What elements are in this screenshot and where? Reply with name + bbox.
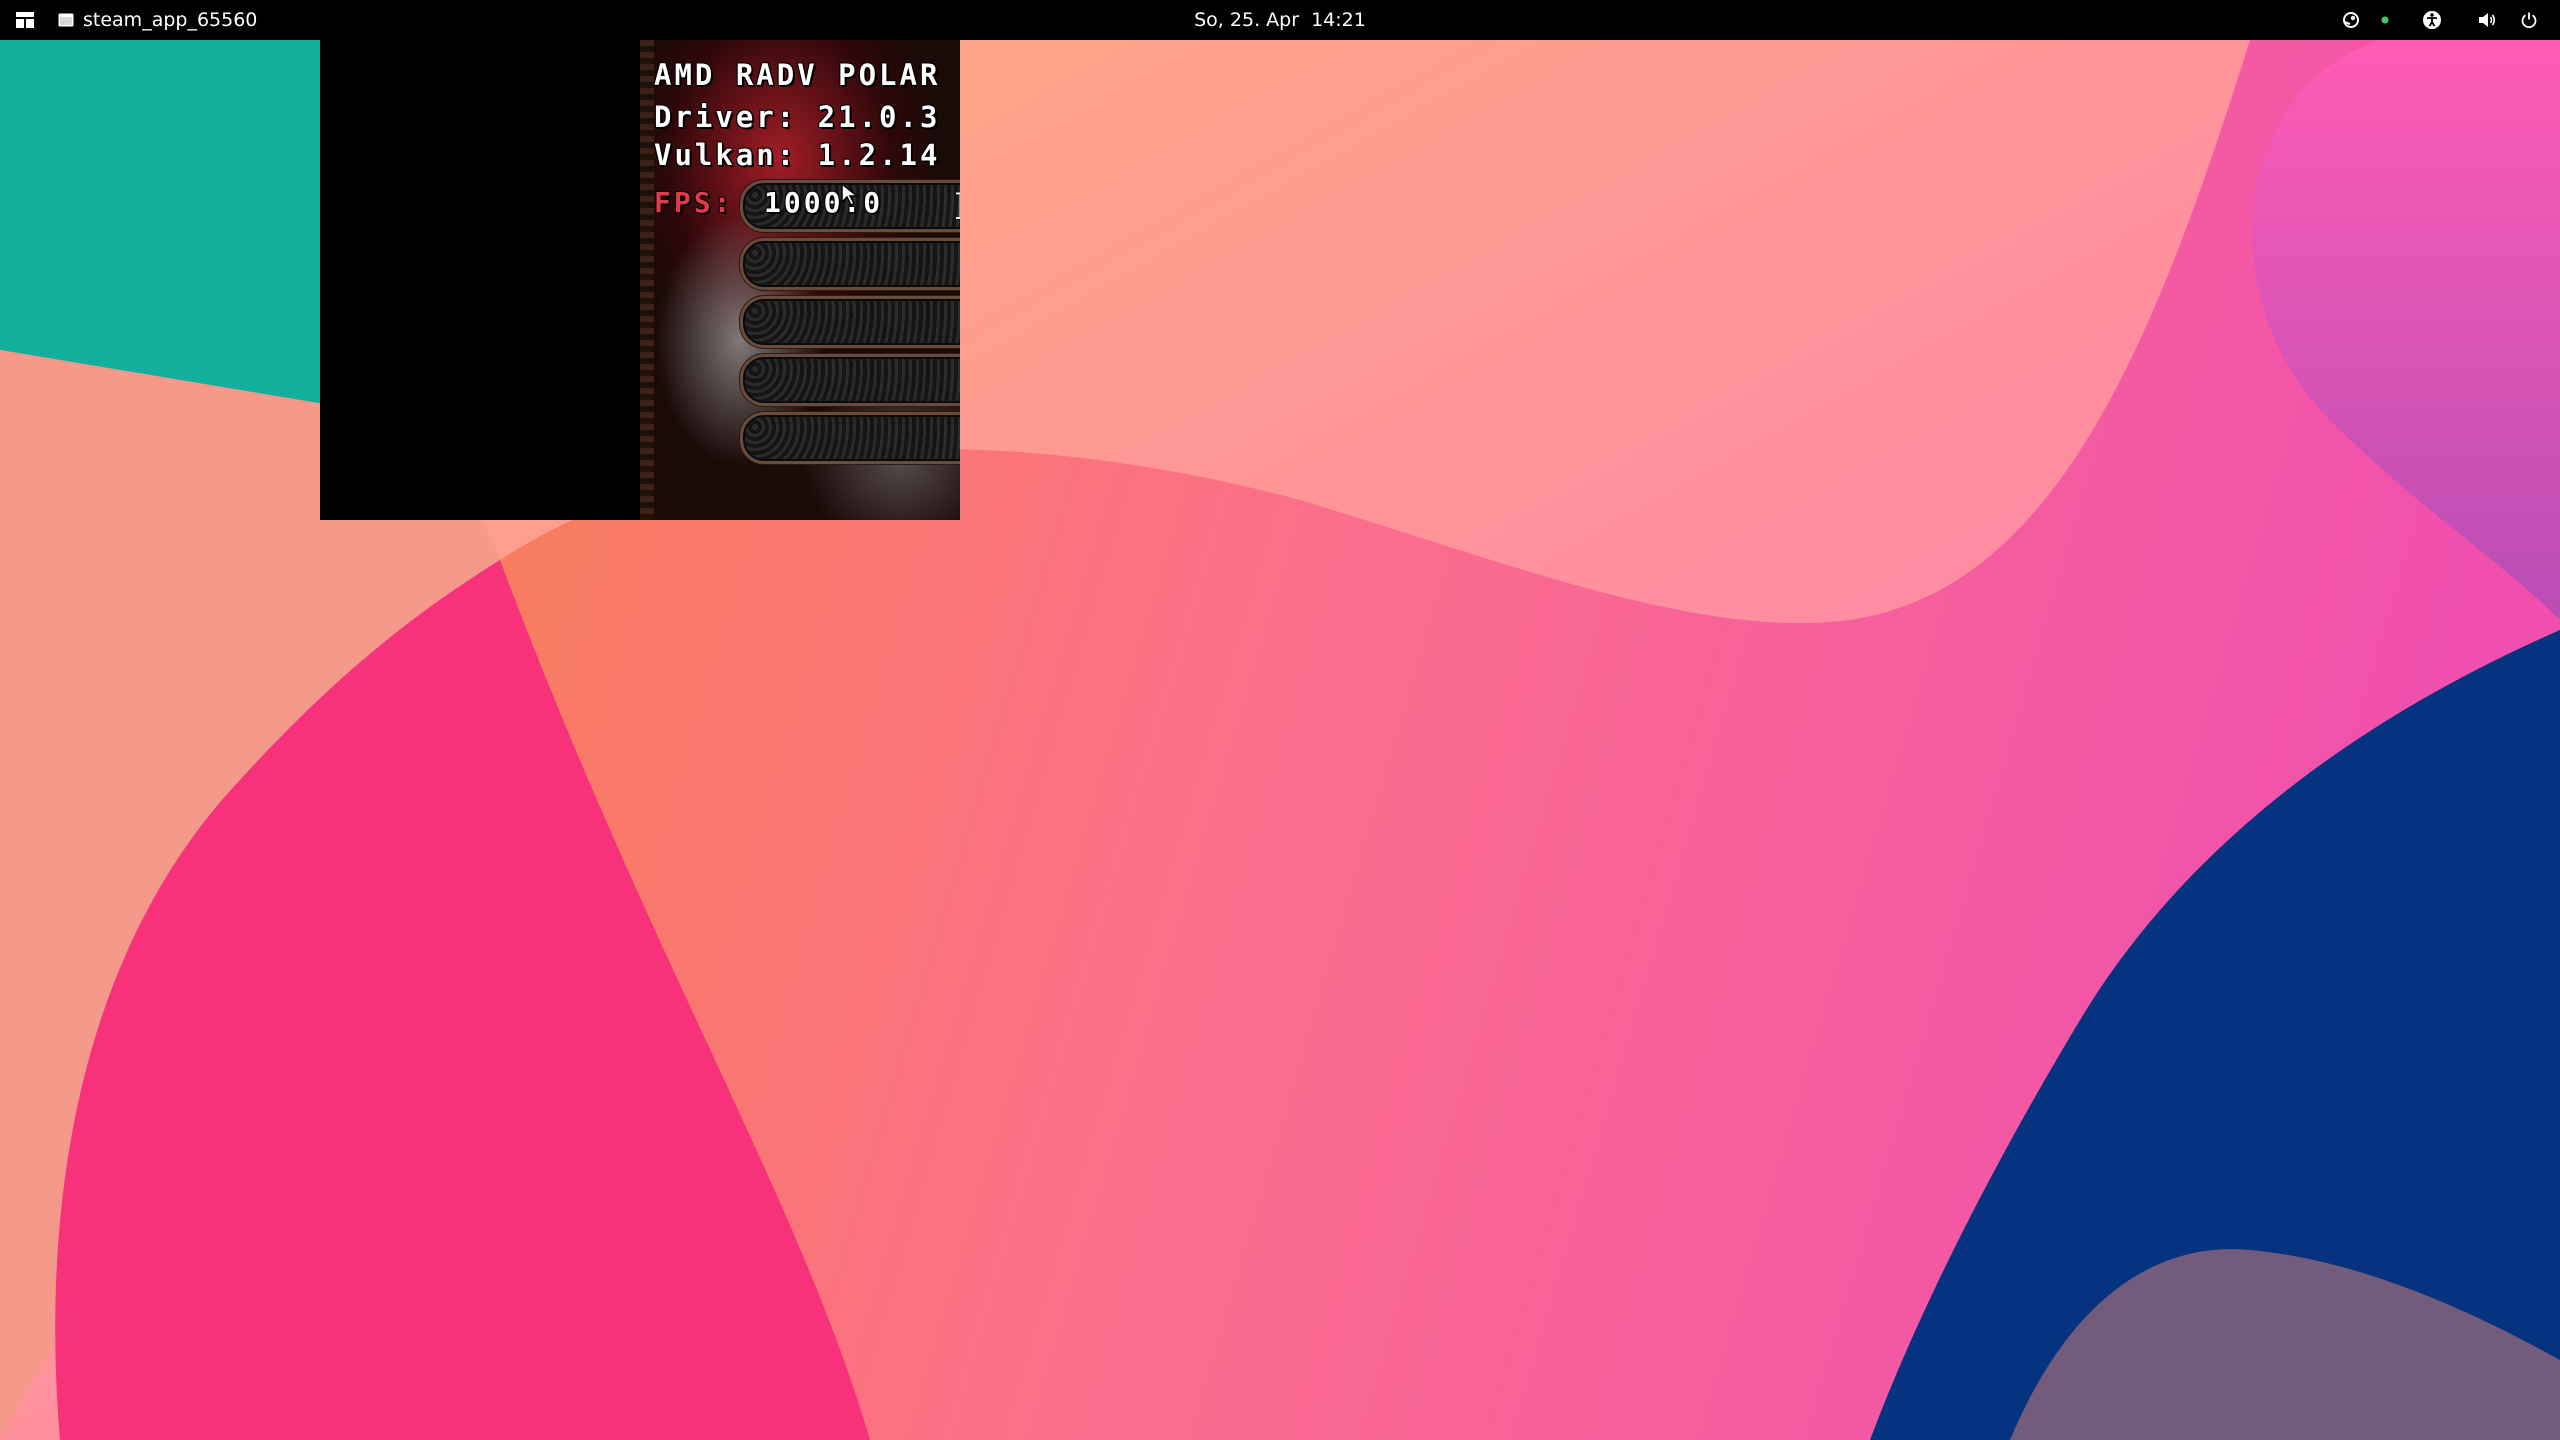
system-tray: [2334, 0, 2546, 40]
menu-button[interactable]: [740, 412, 960, 464]
app-name: steam_app_65560: [83, 9, 258, 31]
menu-button-label: Ne: [954, 187, 960, 233]
activities-button[interactable]: [10, 0, 40, 40]
hud-fps-label: FPS:: [654, 186, 734, 219]
app-menu[interactable]: steam_app_65560: [58, 0, 257, 40]
game-viewport[interactable]: AMD RADV POLAR Driver: 21.0.3 Vulkan: 1.…: [640, 40, 960, 520]
clock[interactable]: So, 25. Apr 14:21: [1194, 9, 1366, 31]
clock-area: So, 25. Apr 14:21: [0, 0, 2560, 40]
mouse-cursor-icon: [841, 182, 860, 207]
hud-fps-value: 1000.0: [764, 186, 884, 219]
hud-gpu-name: AMD RADV POLAR: [654, 58, 941, 92]
top-bar: steam_app_65560 So, 25. Apr 14:21: [0, 0, 2560, 40]
menu-button[interactable]: [740, 296, 960, 348]
power-icon[interactable]: [2512, 0, 2546, 40]
activities-grid-icon: [16, 12, 34, 28]
hud-driver-version: Driver: 21.0.3: [654, 100, 941, 134]
steam-icon[interactable]: [2334, 0, 2368, 40]
menu-button-load[interactable]: Lo: [740, 238, 960, 290]
game-window[interactable]: AMD RADV POLAR Driver: 21.0.3 Vulkan: 1.…: [320, 40, 960, 520]
hud-vulkan-version: Vulkan: 1.2.14: [654, 138, 941, 172]
menu-button[interactable]: (: [740, 354, 960, 406]
window-icon: [58, 13, 74, 27]
status-dot-icon[interactable]: [2368, 0, 2402, 40]
volume-icon[interactable]: [2462, 0, 2512, 40]
accessibility-icon[interactable]: [2402, 0, 2462, 40]
